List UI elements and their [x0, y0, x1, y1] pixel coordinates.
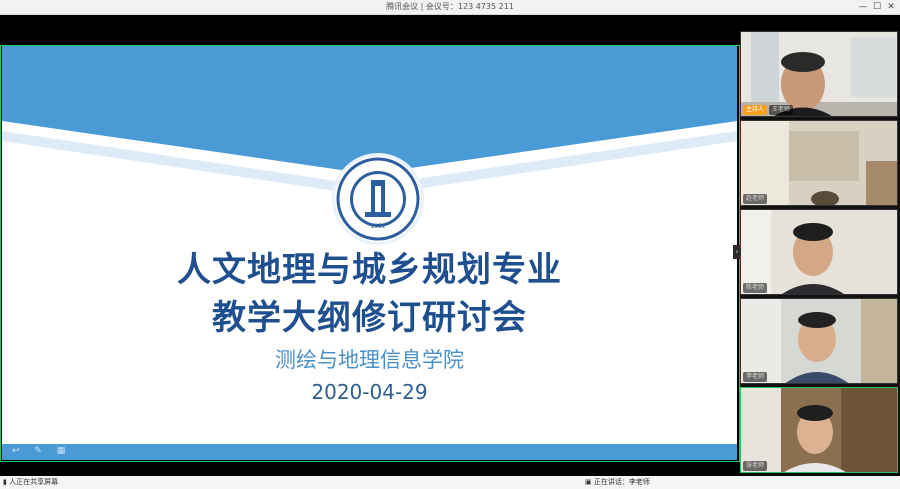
- participant-tile[interactable]: 陈老师: [740, 209, 898, 295]
- slide-tool-icons[interactable]: ↩ ✎ ▦: [12, 446, 71, 456]
- slide-subtitle: 测绘与地理信息学院: [275, 348, 464, 372]
- slide-footer-bar: ↩ ✎ ▦: [2, 444, 737, 460]
- participant-name: 张老师: [743, 461, 768, 471]
- participant-tile[interactable]: 赵老师: [740, 120, 898, 206]
- participant-tile-speaking[interactable]: 张老师: [740, 387, 898, 473]
- slide-title-line1: 人文地理与城乡规划专业: [177, 250, 562, 290]
- participant-name: 王老师: [769, 105, 794, 115]
- close-button[interactable]: ✕: [884, 0, 898, 14]
- maximize-button[interactable]: ☐: [870, 0, 884, 14]
- svg-text:1951: 1951: [370, 223, 385, 230]
- participant-gallery: 主持人 王老师 赵老师 陈老师 李老师 张老师: [740, 31, 900, 473]
- speaking-indicator: ▣ 正在讲话：李老师: [585, 478, 650, 486]
- window-title: 腾讯会议 | 会议号：123 4735 211: [386, 2, 514, 11]
- status-footer: ▮ 人正在共享屏幕 ▣ 正在讲话：李老师: [0, 476, 900, 489]
- slide-title-line2: 教学大纲修订研讨会: [212, 298, 527, 338]
- participant-name: 赵老师: [743, 194, 768, 204]
- window-titlebar: 腾讯会议 | 会议号：123 4735 211 — ☐ ✕: [0, 0, 900, 15]
- university-seal-icon: 1951: [335, 156, 421, 242]
- participant-name: 陈老师: [743, 283, 768, 293]
- minimize-button[interactable]: —: [856, 0, 870, 14]
- participant-tile[interactable]: 主持人 王老师: [740, 31, 898, 117]
- participant-name: 李老师: [743, 372, 768, 382]
- sharing-status-text: ▮ 人正在共享屏幕: [3, 478, 59, 486]
- participant-tile[interactable]: 李老师: [740, 298, 898, 384]
- host-badge: 主持人: [743, 105, 768, 115]
- slide-date: 2020-04-29: [311, 380, 428, 404]
- shared-slide[interactable]: 1951 人文地理与城乡规划专业 教学大纲修订研讨会 测绘与地理信息学院 202…: [2, 46, 737, 460]
